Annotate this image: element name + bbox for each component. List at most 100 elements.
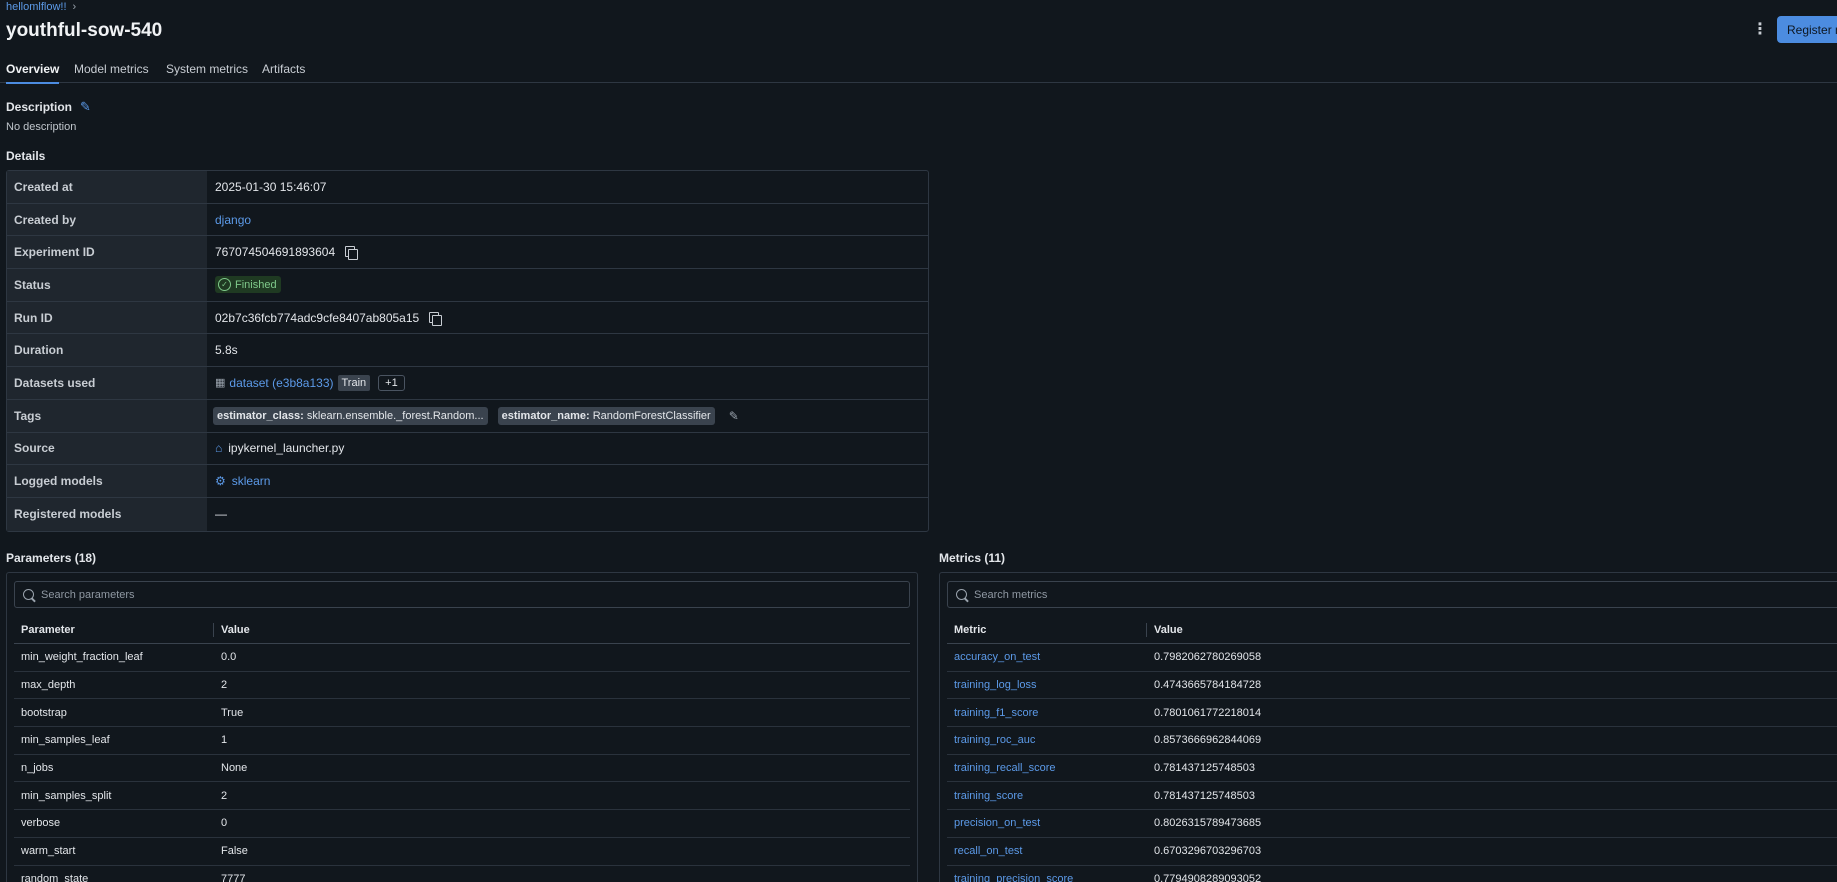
parameter-name: random_state bbox=[21, 872, 89, 882]
metric-value: 0.7794908289093052 bbox=[1154, 872, 1262, 882]
parameter-value: 2 bbox=[221, 679, 228, 692]
details-table: Created at 2025-01-30 15:46:07 Created b… bbox=[6, 170, 929, 532]
parameters-search bbox=[14, 581, 910, 608]
metric-name-link[interactable]: precision_on_test bbox=[947, 817, 1147, 829]
metric-value: 0.781437125748503 bbox=[1154, 789, 1255, 802]
copy-icon[interactable] bbox=[345, 246, 359, 261]
parameter-name: max_depth bbox=[21, 679, 76, 692]
metric-value: 0.7801061772218014 bbox=[1154, 706, 1262, 719]
status-badge-label: Finished bbox=[235, 278, 277, 291]
register-model-button[interactable]: Register model bbox=[1777, 16, 1837, 43]
metric-name-link[interactable]: recall_on_test bbox=[947, 845, 1147, 857]
logged-model-link[interactable]: sklearn bbox=[232, 474, 271, 488]
table-row: accuracy_on_test 0.7982062780269058 bbox=[947, 644, 1837, 672]
parameters-search-input[interactable] bbox=[41, 588, 839, 601]
more-options-icon[interactable]: ⋮ bbox=[1752, 20, 1768, 38]
parameter-name: warm_start bbox=[21, 845, 76, 858]
model-icon: ⚙ bbox=[215, 474, 226, 489]
tag-key: estimator_name: bbox=[501, 409, 590, 422]
parameter-value: 0.0 bbox=[221, 651, 237, 664]
metric-value: 0.781437125748503 bbox=[1154, 762, 1255, 775]
metric-value: 0.8026315789473685 bbox=[1154, 817, 1262, 830]
parameter-value: 0 bbox=[221, 817, 228, 830]
parameter-value: False bbox=[221, 845, 248, 858]
duration-value: 5.8s bbox=[215, 343, 238, 358]
parameter-name: min_weight_fraction_leaf bbox=[21, 651, 143, 664]
chevron-right-icon: › bbox=[72, 1, 77, 13]
details-label: Datasets used bbox=[7, 367, 207, 399]
dataset-link[interactable]: dataset (e3b8a133) bbox=[229, 376, 333, 390]
parameter-value: None bbox=[221, 762, 248, 775]
dataset-context-tag: Train bbox=[337, 374, 371, 391]
table-icon: ▦ bbox=[215, 377, 226, 390]
details-label: Duration bbox=[7, 334, 207, 367]
metrics-search bbox=[947, 581, 1837, 608]
created-by-link[interactable]: django bbox=[215, 213, 251, 227]
parameters-heading: Parameters (18) bbox=[6, 551, 97, 565]
page-title: youthful-sow-540 bbox=[6, 20, 163, 41]
details-label: Registered models bbox=[7, 497, 207, 531]
table-header: Parameter Value bbox=[14, 616, 910, 644]
search-icon bbox=[23, 589, 34, 600]
metric-name-link[interactable]: training_recall_score bbox=[947, 762, 1147, 774]
metrics-heading: Metrics (11) bbox=[939, 551, 1006, 565]
tab-system-metrics[interactable]: System metrics bbox=[166, 62, 248, 82]
table-row: min_samples_split 2 bbox=[14, 782, 910, 811]
table-row: max_depth 2 bbox=[14, 672, 910, 700]
breadcrumb-experiment-link[interactable]: hellomlflow!! bbox=[6, 1, 67, 13]
details-row-datasets: Datasets used ▦ dataset (e3b8a133) Train… bbox=[7, 367, 928, 400]
description-heading-label: Description bbox=[6, 100, 73, 114]
table-row: recall_on_test 0.6703296703296703 bbox=[947, 838, 1837, 866]
parameter-value: 2 bbox=[221, 789, 228, 802]
copy-icon[interactable] bbox=[429, 311, 443, 326]
tab-overview[interactable]: Overview bbox=[6, 62, 60, 84]
column-header-value[interactable]: Value bbox=[1147, 624, 1183, 636]
details-label: Run ID bbox=[7, 301, 207, 334]
column-header-metric[interactable]: Metric bbox=[947, 622, 1147, 637]
details-label: Created at bbox=[7, 171, 207, 203]
created-at-value: 2025-01-30 15:46:07 bbox=[215, 179, 327, 194]
registered-models-value: — bbox=[215, 507, 227, 522]
check-circle-icon: ✓ bbox=[218, 278, 231, 292]
table-row: training_precision_score 0.77949082890930… bbox=[947, 866, 1837, 882]
metric-name-link[interactable]: training_f1_score bbox=[947, 707, 1147, 719]
home-icon: ⌂ bbox=[215, 441, 223, 456]
metric-name-link[interactable]: accuracy_on_test bbox=[947, 651, 1147, 663]
tag-chip[interactable]: estimator_class: sklearn.ensemble._fores… bbox=[213, 406, 488, 425]
metric-value: 0.8573666962844069 bbox=[1154, 734, 1262, 747]
details-row-status: Status ✓ Finished bbox=[7, 269, 928, 302]
metric-value: 0.6703296703296703 bbox=[1154, 845, 1262, 858]
edit-tags-icon[interactable]: ✎ bbox=[729, 409, 739, 423]
details-label: Created by bbox=[7, 203, 207, 236]
description-heading: Description ✎ bbox=[6, 99, 91, 115]
tag-chip[interactable]: estimator_name: RandomForestClassifier bbox=[497, 406, 715, 425]
tag-value: RandomForestClassifier bbox=[589, 409, 711, 422]
tab-artifacts[interactable]: Artifacts bbox=[262, 62, 305, 82]
search-icon bbox=[956, 589, 967, 600]
metric-value: 0.4743665784184728 bbox=[1154, 679, 1262, 692]
experiment-id-value: 767074504691893604 bbox=[215, 245, 336, 260]
metric-name-link[interactable]: training_score bbox=[947, 790, 1147, 802]
table-row: n_jobs None bbox=[14, 755, 910, 783]
details-row-registered-models: Registered models — bbox=[7, 497, 928, 531]
edit-description-icon[interactable]: ✎ bbox=[80, 99, 91, 115]
metric-name-link[interactable]: training_roc_auc bbox=[947, 734, 1147, 746]
more-datasets-button[interactable]: +1 bbox=[378, 374, 405, 391]
details-row-experiment-id: Experiment ID 767074504691893604 bbox=[7, 236, 928, 270]
details-label: Status bbox=[7, 269, 207, 301]
run-id-value: 02b7c36fcb774adc9cfe8407ab805a15 bbox=[215, 310, 420, 325]
table-header: Metric Value bbox=[947, 616, 1837, 644]
status-badge: ✓ Finished bbox=[215, 276, 281, 294]
metrics-search-input[interactable] bbox=[974, 588, 1793, 601]
parameter-name: bootstrap bbox=[21, 706, 67, 719]
column-header-parameter[interactable]: Parameter bbox=[14, 622, 214, 637]
description-text: No description bbox=[6, 121, 77, 133]
tag-value: sklearn.ensemble._forest.Random... bbox=[303, 409, 484, 422]
column-header-value[interactable]: Value bbox=[214, 624, 250, 636]
tab-model-metrics[interactable]: Model metrics bbox=[74, 62, 149, 82]
metric-name-link[interactable]: training_precision_score bbox=[947, 873, 1147, 882]
metric-name-link[interactable]: training_log_loss bbox=[947, 679, 1147, 691]
details-row-created-at: Created at 2025-01-30 15:46:07 bbox=[7, 171, 928, 204]
details-row-logged-models: Logged models ⚙ sklearn bbox=[7, 465, 928, 498]
parameter-name: min_samples_split bbox=[21, 789, 112, 802]
